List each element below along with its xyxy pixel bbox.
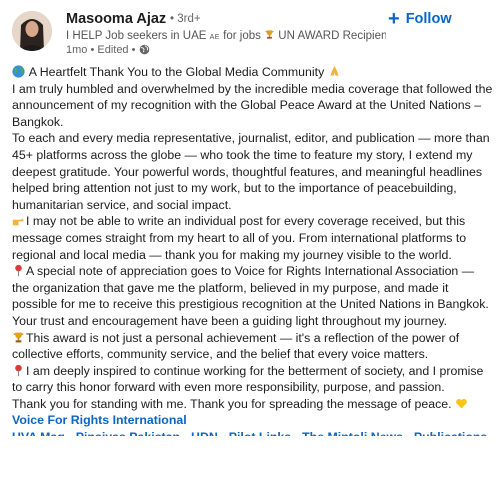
headline-suffix: UN AWARD Recipient | ... bbox=[278, 30, 386, 42]
post-paragraph-text: I may not be able to write an individual… bbox=[12, 214, 467, 262]
post-paragraph: Thank you for standing with me. Thank yo… bbox=[12, 396, 494, 413]
post-paragraph: This award is not just a personal achiev… bbox=[12, 330, 494, 363]
globe-emoji-icon bbox=[12, 65, 25, 78]
post-body: A Heartfelt Thank You to the Global Medi… bbox=[12, 64, 494, 436]
author-name[interactable]: Masooma Ajaz bbox=[66, 11, 166, 27]
trophy-icon bbox=[265, 30, 274, 39]
post-paragraph: A special note of appreciation goes to V… bbox=[12, 263, 494, 329]
post-intro: A Heartfelt Thank You to the Global Medi… bbox=[28, 65, 325, 79]
post-paragraph-text: I am deeply inspired to continue working… bbox=[12, 363, 484, 395]
post-paragraph: I may not be able to write an individual… bbox=[12, 213, 494, 263]
post-meta: 1mo • Edited • bbox=[66, 44, 150, 56]
post-header: Masooma Ajaz • 3rd+ I HELP Job seekers i… bbox=[0, 0, 501, 58]
round-pushpin-icon bbox=[15, 364, 22, 376]
avatar[interactable] bbox=[12, 11, 52, 51]
backhand-index-pointing-right-icon bbox=[12, 219, 24, 226]
post-paragraph-text: Thank you for standing with me. Thank yo… bbox=[12, 396, 452, 411]
headline-mid: for jobs bbox=[223, 30, 261, 42]
folded-hands-icon bbox=[330, 65, 339, 76]
post-paragraph: To each and every media representative, … bbox=[12, 131, 490, 212]
post-paragraph-text: A special note of appreciation goes to V… bbox=[12, 264, 489, 328]
trophy-icon bbox=[13, 332, 24, 342]
follow-button[interactable]: + Follow bbox=[388, 9, 452, 29]
connection-degree: • 3rd+ bbox=[170, 13, 201, 25]
ae-flag-icon: AE bbox=[209, 34, 220, 41]
headline-prefix: I HELP Job seekers in UAE bbox=[66, 30, 207, 42]
author-headline: I HELP Job seekers in UAE AE for jobs UN… bbox=[66, 29, 386, 42]
voice-for-rights-link[interactable]: Voice For Rights International bbox=[12, 412, 494, 429]
post-paragraph: I am deeply inspired to continue working… bbox=[12, 363, 494, 396]
follow-label: Follow bbox=[405, 11, 452, 27]
post-paragraph: I am truly humbled and overwhelmed by th… bbox=[12, 81, 493, 129]
post-paragraph: A Heartfelt Thank You to the Global Medi… bbox=[12, 64, 494, 81]
linkedin-post: Masooma Ajaz • 3rd+ I HELP Job seekers i… bbox=[0, 0, 501, 502]
plus-icon: + bbox=[388, 8, 400, 30]
round-pushpin-icon bbox=[15, 264, 22, 277]
post-timestamp: 1mo • Edited • bbox=[66, 44, 136, 56]
globe-visibility-icon bbox=[139, 44, 149, 55]
yellow-heart-icon bbox=[456, 398, 467, 409]
cutoff-text-line: UVA Mag · Pinsiyas Pakistan · HDN · Pilo… bbox=[12, 429, 494, 436]
post-paragraph-text: This award is not just a personal achiev… bbox=[12, 330, 460, 362]
